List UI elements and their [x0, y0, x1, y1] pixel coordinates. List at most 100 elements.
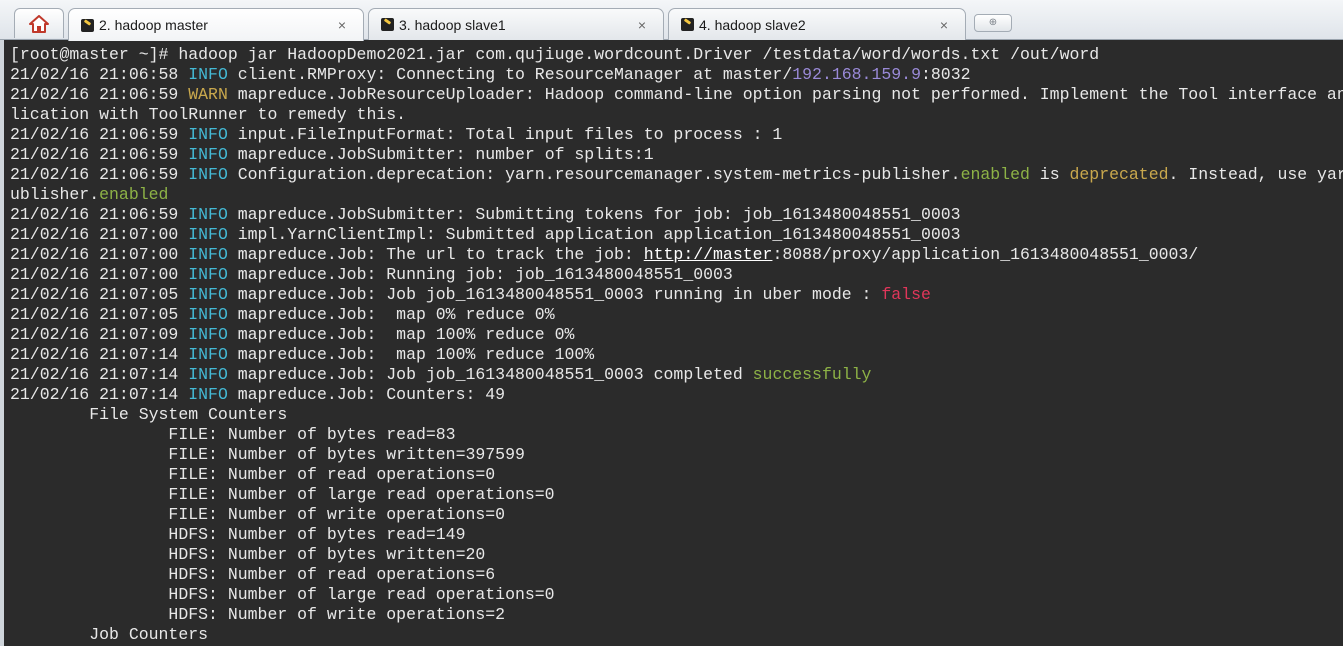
terminal-lines: [root@master ~]# hadoop jar HadoopDemo20…	[10, 45, 1343, 645]
terminal-text: INFO	[188, 225, 228, 244]
terminal-text: :8088/proxy/application_1613480048551_00…	[772, 245, 1199, 264]
terminal-text: INFO	[188, 125, 228, 144]
terminal-text: 21/02/16 21:07:14	[10, 365, 189, 384]
terminal-line: lication with ToolRunner to remedy this.	[10, 105, 1343, 125]
terminal-line: ublisher.enabled	[10, 185, 1343, 205]
terminal-text: is	[1029, 165, 1070, 184]
terminal-line: 21/02/16 21:07:14 INFO mapreduce.Job: Co…	[10, 385, 1343, 405]
tab-label: 4. hadoop slave2	[699, 16, 806, 33]
home-button[interactable]	[14, 8, 64, 38]
terminal-text: . Instead, use yarn.system-metrics-p	[1168, 165, 1343, 184]
terminal-text: [root@master ~]# hadoop jar HadoopDemo20…	[10, 45, 1100, 64]
terminal-text: HDFS: Number of large read operations=0	[10, 585, 555, 604]
terminal-text: mapreduce.Job: The url to track the job:	[227, 245, 644, 264]
terminal-text: INFO	[188, 385, 228, 404]
terminal-line: File System Counters	[10, 405, 1343, 425]
terminal-text: 21/02/16 21:07:14	[10, 385, 189, 404]
terminal-text: mapreduce.JobSubmitter: number of splits…	[227, 145, 654, 164]
terminal-text: INFO	[188, 205, 228, 224]
terminal-text: FILE: Number of read operations=0	[10, 465, 496, 484]
terminal-icon	[681, 18, 694, 31]
terminal-text: HDFS: Number of write operations=2	[10, 605, 506, 624]
terminal-text: File System Counters	[10, 405, 288, 424]
tab-label: 3. hadoop slave1	[399, 16, 506, 33]
terminal-line: Job Counters	[10, 625, 1343, 645]
terminal-text: mapreduce.Job: Job job_1613480048551_000…	[227, 285, 882, 304]
terminal-text: 21/02/16 21:07:00	[10, 225, 189, 244]
terminal-text: INFO	[188, 305, 228, 324]
terminal-text: HDFS: Number of bytes read=149	[10, 525, 466, 544]
terminal-icon	[381, 18, 394, 31]
terminal-text: INFO	[188, 65, 228, 84]
terminal-text: mapreduce.Job: Counters: 49	[227, 385, 506, 404]
terminal-line: 21/02/16 21:07:14 INFO mapreduce.Job: Jo…	[10, 365, 1343, 385]
terminal-text: INFO	[188, 265, 228, 284]
terminal-text: 21/02/16 21:06:59	[10, 205, 189, 224]
terminal-line: 21/02/16 21:06:59 INFO mapreduce.JobSubm…	[10, 205, 1343, 225]
terminal-text: client.RMProxy: Connecting to ResourceMa…	[227, 65, 793, 84]
tab-hadoop-slave2[interactable]: 4. hadoop slave2 ×	[668, 8, 966, 40]
tab-hadoop-slave1[interactable]: 3. hadoop slave1 ×	[368, 8, 664, 40]
terminal-text: mapreduce.Job: map 100% reduce 100%	[227, 345, 595, 364]
terminal-text: enabled	[960, 165, 1030, 184]
terminal-line: 21/02/16 21:07:05 INFO mapreduce.Job: ma…	[10, 305, 1343, 325]
close-icon[interactable]: ×	[635, 18, 649, 32]
terminal-line: 21/02/16 21:06:58 INFO client.RMProxy: C…	[10, 65, 1343, 85]
terminal-line: FILE: Number of write operations=0	[10, 505, 1343, 525]
terminal-line: HDFS: Number of bytes written=20	[10, 545, 1343, 565]
terminal-text: INFO	[188, 145, 228, 164]
close-icon[interactable]: ×	[937, 18, 951, 32]
terminal-text: 21/02/16 21:07:00	[10, 265, 189, 284]
terminal-text: INFO	[188, 365, 228, 384]
terminal-text: ublisher.	[10, 185, 100, 204]
terminal-text: false	[881, 285, 931, 304]
terminal-text: enabled	[99, 185, 169, 204]
terminal-line: HDFS: Number of write operations=2	[10, 605, 1343, 625]
terminal-line: 21/02/16 21:07:00 INFO mapreduce.Job: Th…	[10, 245, 1343, 265]
terminal-text: 21/02/16 21:06:58	[10, 65, 189, 84]
terminal-line: 21/02/16 21:07:14 INFO mapreduce.Job: ma…	[10, 345, 1343, 365]
terminal-line: FILE: Number of bytes read=83	[10, 425, 1343, 445]
terminal-output[interactable]: [root@master ~]# hadoop jar HadoopDemo20…	[0, 40, 1343, 646]
terminal-line: HDFS: Number of read operations=6	[10, 565, 1343, 585]
terminal-line: 21/02/16 21:07:00 INFO mapreduce.Job: Ru…	[10, 265, 1343, 285]
terminal-line: 21/02/16 21:06:59 WARN mapreduce.JobReso…	[10, 85, 1343, 105]
terminal-text: mapreduce.Job: Job job_1613480048551_000…	[227, 365, 753, 384]
terminal-text: input.FileInputFormat: Total input files…	[227, 125, 783, 144]
terminal-line: 21/02/16 21:06:59 INFO input.FileInputFo…	[10, 125, 1343, 145]
terminal-text: 21/02/16 21:06:59	[10, 85, 189, 104]
job-tracking-link[interactable]: http://master	[644, 245, 773, 264]
tab-hadoop-master[interactable]: 2. hadoop master ×	[68, 8, 364, 41]
new-tab-button[interactable]: ⊕	[974, 14, 1012, 32]
terminal-line: FILE: Number of bytes written=397599	[10, 445, 1343, 465]
terminal-text: successfully	[752, 365, 872, 384]
terminal-text: HDFS: Number of bytes written=20	[10, 545, 486, 564]
terminal-text: 21/02/16 21:07:05	[10, 285, 189, 304]
terminal-text: INFO	[188, 285, 228, 304]
terminal-text: 21/02/16 21:07:09	[10, 325, 189, 344]
terminal-icon	[81, 18, 94, 32]
terminal-text: mapreduce.Job: Running job: job_16134800…	[227, 265, 733, 284]
terminal-text: FILE: Number of bytes read=83	[10, 425, 456, 444]
terminal-text: FILE: Number of bytes written=397599	[10, 445, 525, 464]
home-icon	[29, 14, 49, 33]
terminal-line: 21/02/16 21:07:00 INFO impl.YarnClientIm…	[10, 225, 1343, 245]
tab-bar: 2. hadoop master × 3. hadoop slave1 × 4.…	[0, 0, 1343, 41]
terminal-line: HDFS: Number of large read operations=0	[10, 585, 1343, 605]
terminal-text: HDFS: Number of read operations=6	[10, 565, 496, 584]
terminal-line: 21/02/16 21:06:59 INFO mapreduce.JobSubm…	[10, 145, 1343, 165]
terminal-text: impl.YarnClientImpl: Submitted applicati…	[227, 225, 961, 244]
close-icon[interactable]: ×	[335, 18, 349, 32]
terminal-line: HDFS: Number of bytes read=149	[10, 525, 1343, 545]
terminal-text: 21/02/16 21:06:59	[10, 165, 189, 184]
terminal-text: WARN	[188, 85, 228, 104]
terminal-text: 192.168.159.9	[792, 65, 921, 84]
terminal-text: FILE: Number of write operations=0	[10, 505, 506, 524]
terminal-text: 21/02/16 21:06:59	[10, 125, 189, 144]
terminal-line: 21/02/16 21:07:05 INFO mapreduce.Job: Jo…	[10, 285, 1343, 305]
terminal-text: deprecated	[1069, 165, 1169, 184]
tab-label: 2. hadoop master	[99, 17, 208, 33]
terminal-line: FILE: Number of large read operations=0	[10, 485, 1343, 505]
terminal-line: [root@master ~]# hadoop jar HadoopDemo20…	[10, 45, 1343, 65]
terminal-text: mapreduce.Job: map 0% reduce 0%	[227, 305, 555, 324]
